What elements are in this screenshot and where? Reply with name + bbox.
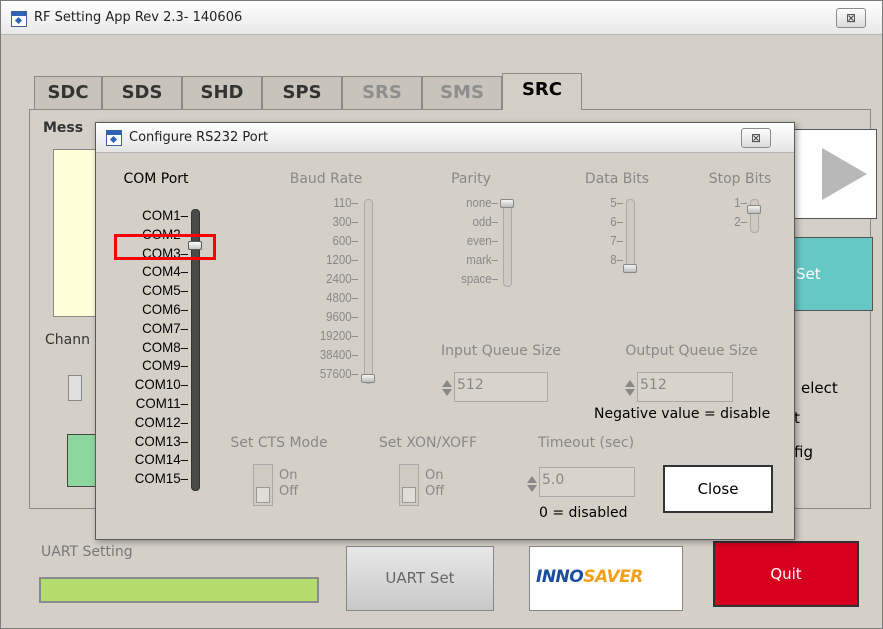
stop-bits-header: Stop Bits <box>708 171 772 187</box>
arrow-icon <box>822 148 867 200</box>
parity-option[interactable]: none– <box>392 196 498 209</box>
main-title-bar: RF Setting App Rev 2.3- 140606 ⊠ <box>1 1 882 35</box>
com-port-option[interactable]: COM7– <box>74 321 188 335</box>
com-port-option[interactable]: COM4– <box>74 264 188 278</box>
output-queue-label: Output Queue Size <box>625 343 758 359</box>
stop-bits-option[interactable]: 2– <box>641 215 747 228</box>
parity-option[interactable]: odd– <box>392 215 498 228</box>
com-port-option[interactable]: COM9– <box>74 358 188 372</box>
status-display <box>791 129 877 219</box>
baud-rate-option[interactable]: 300– <box>252 215 358 228</box>
stop-bits-option[interactable]: 1– <box>641 196 747 209</box>
baud-rate-option[interactable]: 57600– <box>252 367 358 380</box>
com-port-option[interactable]: COM13– <box>74 434 188 448</box>
config-label: fig <box>794 443 813 461</box>
cts-mode-toggle[interactable] <box>253 464 273 506</box>
com-port-header: COM Port <box>123 171 189 187</box>
tab-srs[interactable]: SRS <box>342 76 422 109</box>
baud-rate-track[interactable] <box>364 199 373 384</box>
main-window-title: RF Setting App Rev 2.3- 140606 <box>34 10 243 25</box>
parity-track[interactable] <box>503 199 512 287</box>
com-port-option[interactable]: COM14– <box>74 452 188 466</box>
com-port-option[interactable]: COM15– <box>74 471 188 485</box>
dialog-close-icon[interactable]: ⊠ <box>741 128 771 148</box>
tab-sms[interactable]: SMS <box>422 76 502 109</box>
tab-src[interactable]: SRC <box>502 73 582 110</box>
dialog-close-button[interactable]: Close <box>663 465 773 513</box>
dialog-title-bar: Configure RS232 Port ⊠ <box>96 123 794 153</box>
xon-xoff-label: Set XON/XOFF <box>378 435 478 451</box>
cts-on-label: On <box>279 468 298 483</box>
output-queue-stepper[interactable] <box>624 378 636 398</box>
data-bits-knob[interactable] <box>623 264 637 273</box>
cts-mode-switch <box>256 487 270 503</box>
select-label: elect <box>801 379 838 397</box>
timeout-note: 0 = disabled <box>539 505 628 521</box>
parity-option[interactable]: mark– <box>392 253 498 266</box>
quit-button[interactable]: Quit <box>713 541 859 607</box>
xon-on-label: On <box>425 468 444 483</box>
parity-option[interactable]: even– <box>392 234 498 247</box>
logo-text-saver: SAVER <box>583 567 643 587</box>
xon-xoff-switch <box>402 487 416 503</box>
output-queue-note: Negative value = disable <box>594 406 771 422</box>
input-queue-stepper[interactable] <box>441 378 453 398</box>
uart-label: UART Setting <box>41 544 133 560</box>
baud-rate-header: Baud Rate <box>289 171 363 187</box>
com-port-option[interactable]: COM6– <box>74 302 188 316</box>
cts-mode-label: Set CTS Mode <box>230 435 328 451</box>
uart-status-field <box>39 577 319 603</box>
input-queue-label: Input Queue Size <box>441 343 561 359</box>
input-queue-field[interactable]: 512 <box>454 372 548 402</box>
baud-rate-option[interactable]: 1200– <box>252 253 358 266</box>
data-bits-header: Data Bits <box>584 171 650 187</box>
tab-sdc[interactable]: SDC <box>34 76 102 109</box>
xon-xoff-toggle[interactable] <box>399 464 419 506</box>
timeout-stepper[interactable] <box>526 474 538 494</box>
uart-set-button[interactable]: UART Set <box>346 546 494 611</box>
xon-off-label: Off <box>425 484 445 499</box>
dialog-icon <box>106 130 122 146</box>
configure-rs232-dialog: Configure RS232 Port ⊠ COM Port COM1– COM… <box>95 122 795 540</box>
baud-rate-option[interactable]: 9600– <box>252 310 358 323</box>
parity-header: Parity <box>451 171 491 187</box>
parity-option[interactable]: space– <box>392 272 498 285</box>
tab-shd[interactable]: SHD <box>182 76 262 109</box>
com-port-option[interactable]: COM1– <box>74 208 188 222</box>
com-port-option[interactable]: COM11– <box>74 396 188 410</box>
data-bits-option[interactable]: 8– <box>517 253 623 266</box>
selection-highlight <box>114 234 216 260</box>
set-button[interactable]: Set <box>793 237 873 311</box>
tab-sds[interactable]: SDS <box>102 76 182 109</box>
cts-off-label: Off <box>279 484 299 499</box>
app-icon <box>11 11 27 27</box>
stop-bits-knob[interactable] <box>747 205 761 214</box>
baud-rate-option[interactable]: 4800– <box>252 291 358 304</box>
com-port-option[interactable]: COM8– <box>74 340 188 354</box>
baud-rate-knob[interactable] <box>361 374 375 383</box>
dialog-title: Configure RS232 Port <box>129 130 269 145</box>
data-bits-option[interactable]: 7– <box>517 234 623 247</box>
timeout-label: Timeout (sec) <box>537 435 635 451</box>
data-bits-option[interactable]: 6– <box>517 215 623 228</box>
data-bits-track[interactable] <box>626 199 635 273</box>
message-label: Mess <box>43 120 84 136</box>
baud-rate-option[interactable]: 19200– <box>252 329 358 342</box>
com-port-option[interactable]: COM5– <box>74 283 188 297</box>
baud-rate-option[interactable]: 110– <box>252 196 358 209</box>
baud-rate-option[interactable]: 38400– <box>252 348 358 361</box>
output-queue-field[interactable]: 512 <box>637 372 733 402</box>
com-port-option[interactable]: COM10– <box>74 377 188 391</box>
tab-sps[interactable]: SPS <box>262 76 342 109</box>
logo-text-inno: INNO <box>536 567 584 587</box>
com-port-option[interactable]: COM12– <box>74 415 188 429</box>
parity-knob[interactable] <box>500 199 514 208</box>
timeout-field[interactable]: 5.0 <box>539 467 635 497</box>
baud-rate-option[interactable]: 2400– <box>252 272 358 285</box>
innosaver-logo: INNOSAVER <box>529 546 683 611</box>
data-bits-option[interactable]: 5– <box>517 196 623 209</box>
baud-rate-option[interactable]: 600– <box>252 234 358 247</box>
close-icon[interactable]: ⊠ <box>836 8 866 28</box>
